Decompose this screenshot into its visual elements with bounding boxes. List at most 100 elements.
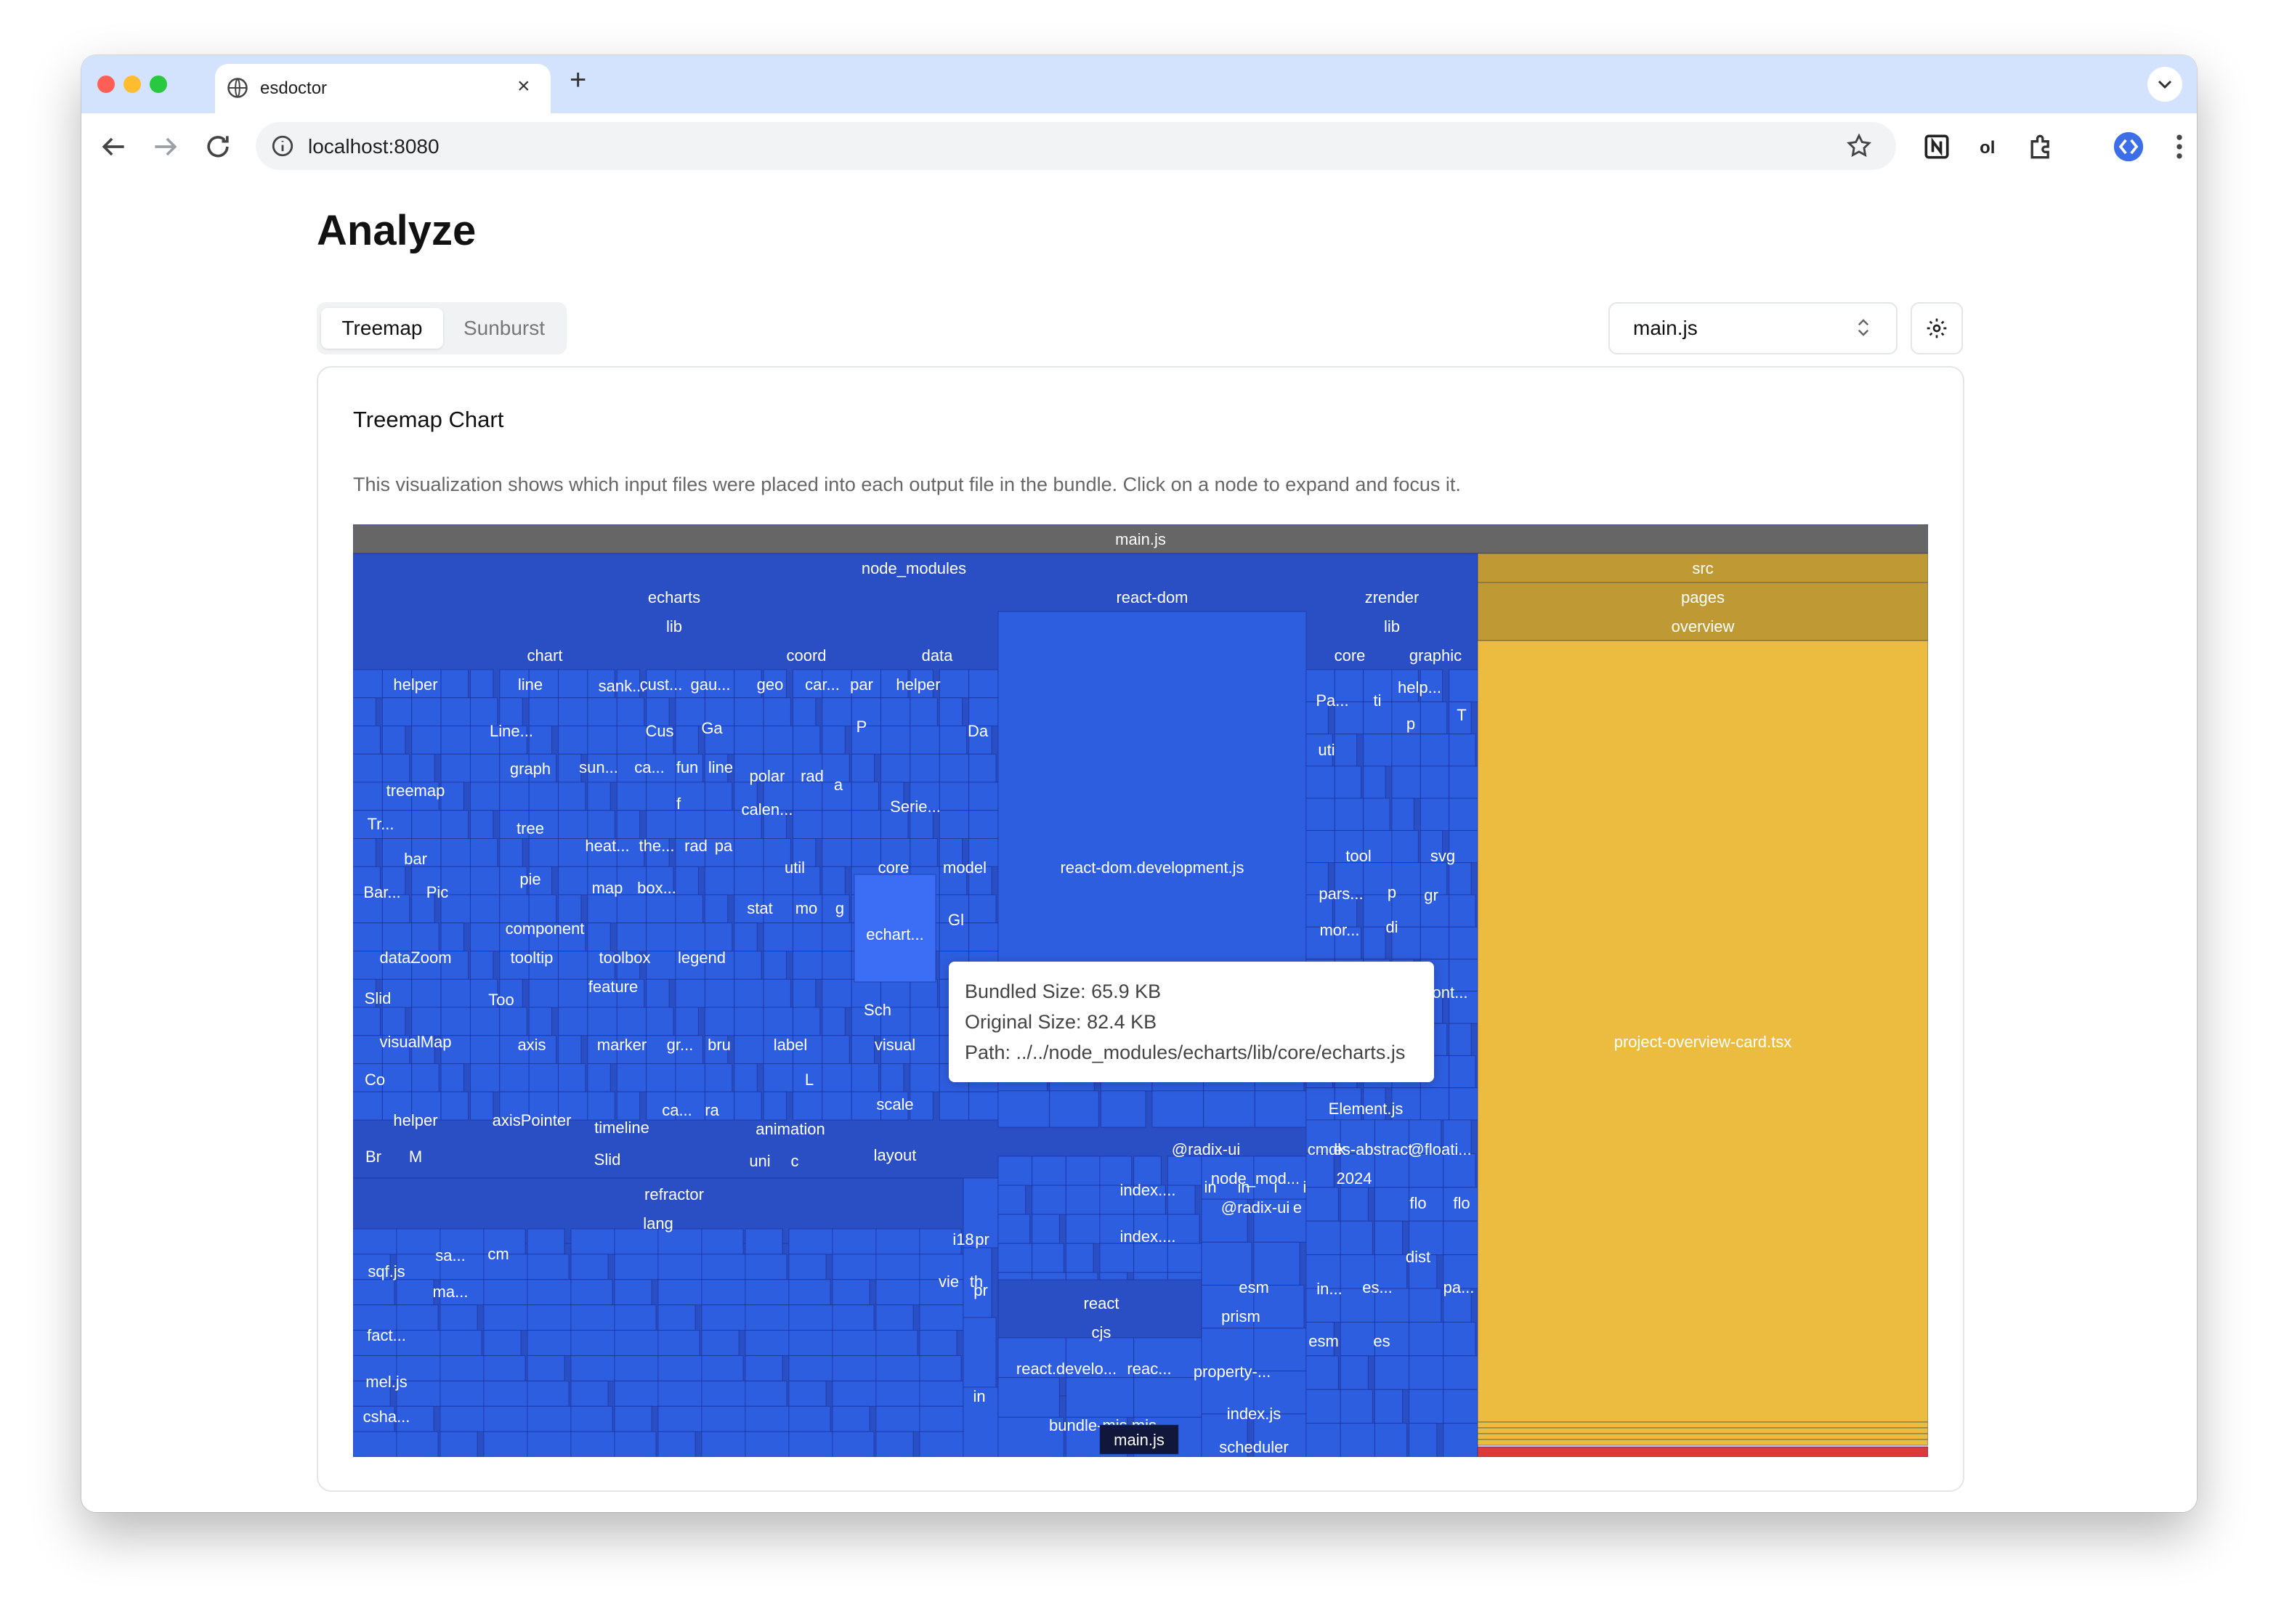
treemap-cell[interactable]	[675, 697, 705, 726]
treemap-cell[interactable]	[1374, 1187, 1410, 1222]
treemap-cell[interactable]	[745, 1405, 790, 1432]
treemap-cell[interactable]	[919, 1355, 962, 1381]
treemap-cell[interactable]	[469, 922, 501, 951]
treemap-cell[interactable]	[763, 922, 793, 951]
treemap-cell[interactable]	[788, 1380, 827, 1407]
treemap-cell[interactable]	[570, 1431, 615, 1457]
treemap-cell[interactable]	[528, 781, 559, 811]
treemap-cell[interactable]	[616, 697, 645, 726]
treemap-cell[interactable]	[483, 1330, 522, 1356]
treemap-cell[interactable]	[745, 1228, 783, 1255]
treemap-cell[interactable]	[616, 726, 647, 755]
treemap-cell[interactable]	[440, 1007, 471, 1036]
treemap-cell[interactable]	[614, 1355, 659, 1381]
treemap-cell[interactable]	[1133, 1377, 1202, 1418]
profile-icon[interactable]	[2113, 131, 2145, 163]
treemap-cell[interactable]	[646, 781, 676, 811]
treemap-cell[interactable]	[788, 1405, 831, 1432]
treemap-cell[interactable]	[788, 1355, 833, 1381]
treemap-cell[interactable]	[657, 1330, 700, 1356]
treemap-cell[interactable]	[939, 726, 968, 755]
treemap-cell[interactable]	[381, 922, 413, 951]
treemap-cell[interactable]	[851, 781, 880, 811]
treemap-cell[interactable]	[528, 894, 557, 924]
treemap-cell[interactable]	[1334, 734, 1358, 767]
treemap-cell[interactable]	[396, 1431, 439, 1457]
treemap-cell[interactable]	[570, 1330, 615, 1356]
treemap-cell[interactable]	[396, 1228, 441, 1255]
treemap-cell[interactable]	[701, 1380, 746, 1407]
treemap-cell[interactable]	[440, 1355, 485, 1381]
treemap-cell[interactable]	[440, 1063, 464, 1092]
treemap-cell[interactable]	[822, 1007, 846, 1036]
treemap-cell[interactable]	[1409, 1321, 1444, 1357]
treemap-cell[interactable]	[968, 894, 997, 924]
treemap-cell[interactable]	[822, 951, 852, 980]
treemap-cell[interactable]	[910, 1063, 940, 1092]
treemap-cell[interactable]	[745, 1355, 783, 1381]
treemap-cell[interactable]	[558, 753, 582, 783]
treemap-cell[interactable]	[558, 810, 588, 839]
treemap-cell[interactable]	[734, 951, 762, 980]
treemap-cell[interactable]	[469, 1035, 501, 1064]
treemap-cell[interactable]	[968, 753, 997, 783]
treemap-cell[interactable]	[440, 1380, 485, 1407]
treemap-cell[interactable]	[558, 781, 586, 811]
treemap-cell[interactable]	[792, 697, 817, 726]
treemap-cell[interactable]	[832, 1355, 877, 1381]
treemap-cell[interactable]	[411, 697, 442, 726]
treemap-cell[interactable]	[910, 838, 938, 867]
treemap-cell[interactable]	[646, 1007, 674, 1036]
treemap-cell[interactable]	[558, 838, 588, 867]
treemap-cell[interactable]	[657, 1228, 702, 1255]
forward-icon[interactable]	[150, 131, 182, 163]
treemap-cell[interactable]	[483, 1304, 528, 1331]
treemap-cell[interactable]	[1477, 1421, 1928, 1429]
treemap-cell[interactable]	[734, 922, 758, 951]
treemap-cell[interactable]	[499, 1063, 530, 1092]
treemap-cell[interactable]	[1391, 797, 1414, 831]
treemap-cell[interactable]	[558, 978, 588, 1008]
treemap-cell[interactable]	[570, 1380, 609, 1407]
treemap-cell[interactable]	[1363, 766, 1386, 799]
treemap-cell[interactable]	[527, 1228, 565, 1255]
treemap-cell[interactable]	[788, 1330, 833, 1356]
treemap-cell[interactable]	[1449, 1055, 1476, 1089]
treemap-cell[interactable]	[792, 726, 821, 755]
treemap-cell[interactable]	[701, 1405, 746, 1432]
treemap-cell[interactable]	[919, 1405, 964, 1432]
treemap-cell[interactable]	[657, 1380, 702, 1407]
treemap-cell[interactable]	[675, 1007, 699, 1036]
output-file-select[interactable]: main.js	[1608, 302, 1898, 354]
treemap-cell[interactable]	[1305, 1389, 1341, 1424]
treemap-cell[interactable]	[528, 1063, 559, 1092]
treemap-cell[interactable]	[788, 1279, 831, 1306]
treemap-cell[interactable]	[997, 1377, 1060, 1418]
address-bar[interactable]: localhost:8080	[256, 122, 1896, 170]
treemap-cell[interactable]	[528, 838, 559, 867]
treemap-cell[interactable]	[1477, 1433, 1928, 1440]
treemap-cell[interactable]	[919, 1380, 964, 1407]
treemap-cell[interactable]	[646, 1063, 676, 1092]
treemap-cell[interactable]	[587, 894, 617, 924]
treemap-cell[interactable]	[469, 669, 494, 699]
treemap-cell[interactable]	[704, 978, 735, 1008]
treemap-cell[interactable]	[704, 894, 729, 924]
treemap-cell[interactable]	[440, 1431, 478, 1457]
treemap-cell[interactable]	[353, 1431, 397, 1457]
treemap-cell[interactable]	[875, 1431, 914, 1457]
treemap-cell[interactable]	[657, 1279, 702, 1306]
treemap-cell[interactable]	[919, 1431, 964, 1457]
treemap-cell[interactable]	[939, 669, 970, 699]
treemap-cell[interactable]	[822, 726, 846, 755]
treemap-cell[interactable]	[558, 1007, 588, 1036]
treemap-cell[interactable]	[939, 697, 963, 726]
treemap-cell[interactable]	[527, 1380, 570, 1407]
treemap-cell[interactable]	[792, 781, 823, 811]
treemap-cell[interactable]	[704, 866, 735, 896]
treemap-cell[interactable]	[440, 1405, 485, 1432]
treemap-cell[interactable]	[875, 1228, 920, 1255]
back-icon[interactable]	[97, 131, 129, 163]
treemap-cell[interactable]	[483, 1380, 528, 1407]
treemap-cell[interactable]	[763, 1007, 793, 1036]
